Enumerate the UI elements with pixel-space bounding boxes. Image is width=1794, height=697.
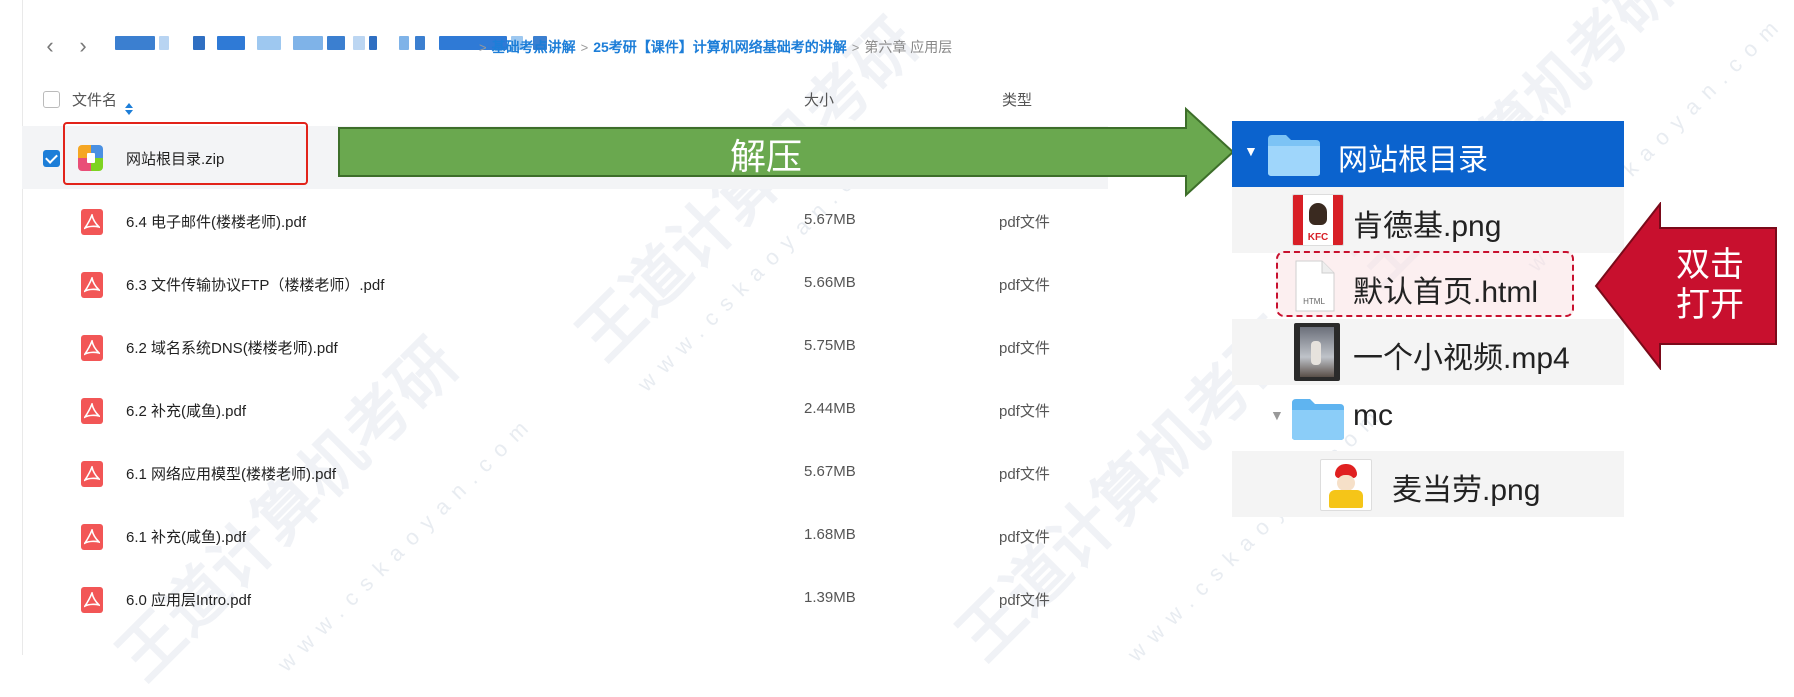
file-row[interactable]: 6.0 应用层Intro.pdf 1.39MB pdf文件 <box>22 567 1108 630</box>
file-type: pdf文件 <box>999 592 1050 609</box>
breadcrumb-separator: > <box>479 39 487 55</box>
breadcrumb-separator: > <box>580 39 589 55</box>
tree-label: 网站根目录 <box>1338 144 1488 177</box>
tree-item[interactable]: HTML 默认首页.html <box>1232 253 1624 319</box>
file-size: 1.39MB <box>804 589 856 606</box>
tree-label: 麦当劳.png <box>1392 474 1541 507</box>
file-type: pdf文件 <box>999 529 1050 546</box>
html-file-icon: HTML <box>1292 259 1336 313</box>
breadcrumb-item[interactable]: 基础考点讲解 <box>492 37 576 57</box>
pdf-file-icon <box>81 461 103 487</box>
file-type: pdf文件 <box>999 214 1050 231</box>
tree-label: 默认首页.html <box>1353 276 1539 309</box>
file-size: 2.44MB <box>804 400 856 417</box>
pdf-file-icon <box>81 587 103 613</box>
file-row[interactable]: 6.2 补充(咸鱼).pdf 2.44MB pdf文件 <box>22 378 1108 441</box>
double-click-label-line: 打开 <box>1676 285 1744 325</box>
file-name: 6.1 补充(咸鱼).pdf <box>126 529 247 546</box>
file-type: pdf文件 <box>999 340 1050 357</box>
tree-label: 一个小视频.mp4 <box>1353 342 1570 375</box>
file-type: pdf文件 <box>999 403 1050 420</box>
file-type: pdf文件 <box>999 277 1050 294</box>
file-type: pdf文件 <box>999 466 1050 483</box>
column-header-name[interactable]: 文件名 <box>72 89 134 115</box>
file-name: 6.1 网络应用模型(楼楼老师).pdf <box>126 466 337 483</box>
file-name: 6.3 文件传输协议FTP（楼楼老师）.pdf <box>126 277 385 294</box>
pdf-file-icon <box>81 209 103 235</box>
chevron-left-icon: ‹ <box>46 33 54 58</box>
file-name: 6.4 电子邮件(楼楼老师).pdf <box>126 214 307 231</box>
unzip-label: 解压 <box>730 137 803 178</box>
double-click-label: 双击 打开 <box>1660 245 1760 325</box>
folder-icon <box>1292 399 1344 440</box>
tree-root-folder[interactable]: ▼ 网站根目录 <box>1232 121 1624 187</box>
file-row[interactable]: 6.4 电子邮件(楼楼老师).pdf 5.67MB pdf文件 <box>22 189 1108 252</box>
file-row[interactable]: 6.1 补充(咸鱼).pdf 1.68MB pdf文件 <box>22 504 1108 567</box>
column-header-label: 文件名 <box>72 92 118 109</box>
mcdonalds-image-thumbnail <box>1320 459 1372 511</box>
tree-item-folder[interactable]: ▼ mc <box>1232 385 1624 451</box>
video-thumbnail <box>1294 323 1340 381</box>
file-size: 5.66MB <box>804 274 856 291</box>
breadcrumb-current: 第六章 应用层 <box>864 39 953 55</box>
chevron-right-icon: › <box>79 33 87 58</box>
breadcrumb: > 基础考点讲解 > 25考研【课件】计算机网络基础考的讲解 > 第六章 应用层 <box>474 37 952 57</box>
tree-item[interactable]: 麦当劳.png <box>1232 451 1624 517</box>
tree-item[interactable]: 一个小视频.mp4 <box>1232 319 1624 385</box>
file-row[interactable]: 6.3 文件传输协议FTP（楼楼老师）.pdf 5.66MB pdf文件 <box>22 252 1108 315</box>
tree-item[interactable]: KFC 肯德基.png <box>1232 187 1624 253</box>
forward-button[interactable]: › <box>73 33 93 58</box>
thumbnail-caption: KFC <box>1307 232 1329 243</box>
pdf-file-icon <box>81 272 103 298</box>
file-size: 5.67MB <box>804 211 856 228</box>
breadcrumb-separator: > <box>851 39 860 55</box>
thumbnail-caption: HTML <box>1303 297 1325 306</box>
file-size: 1.68MB <box>804 526 856 543</box>
chevron-down-icon[interactable]: ▼ <box>1244 143 1258 159</box>
pdf-file-icon <box>81 524 103 550</box>
file-size: 5.75MB <box>804 337 856 354</box>
pdf-file-icon <box>81 335 103 361</box>
file-name: 6.0 应用层Intro.pdf <box>126 592 252 609</box>
tree-label: 肯德基.png <box>1353 210 1502 243</box>
kfc-image-thumbnail: KFC <box>1292 194 1344 246</box>
file-name: 6.2 域名系统DNS(楼楼老师).pdf <box>126 340 338 357</box>
folder-icon <box>1268 135 1320 176</box>
back-button[interactable]: ‹ <box>40 33 60 58</box>
breadcrumb-item[interactable]: 25考研【课件】计算机网络基础考的讲解 <box>593 37 847 57</box>
file-row[interactable]: 6.1 网络应用模型(楼楼老师).pdf 5.67MB pdf文件 <box>22 441 1108 504</box>
file-row[interactable]: 6.2 域名系统DNS(楼楼老师).pdf 5.75MB pdf文件 <box>22 315 1108 378</box>
highlight-box <box>63 122 308 185</box>
tree-label: mc <box>1353 399 1393 432</box>
chevron-down-icon[interactable]: ▼ <box>1270 407 1284 423</box>
row-checkbox-checked[interactable] <box>43 150 60 167</box>
file-size: 5.67MB <box>804 463 856 480</box>
select-all-checkbox[interactable] <box>43 91 60 108</box>
pdf-file-icon <box>81 398 103 424</box>
file-name: 6.2 补充(咸鱼).pdf <box>126 403 247 420</box>
history-nav: ‹ › <box>40 33 93 58</box>
double-click-label-line: 双击 <box>1676 245 1744 285</box>
